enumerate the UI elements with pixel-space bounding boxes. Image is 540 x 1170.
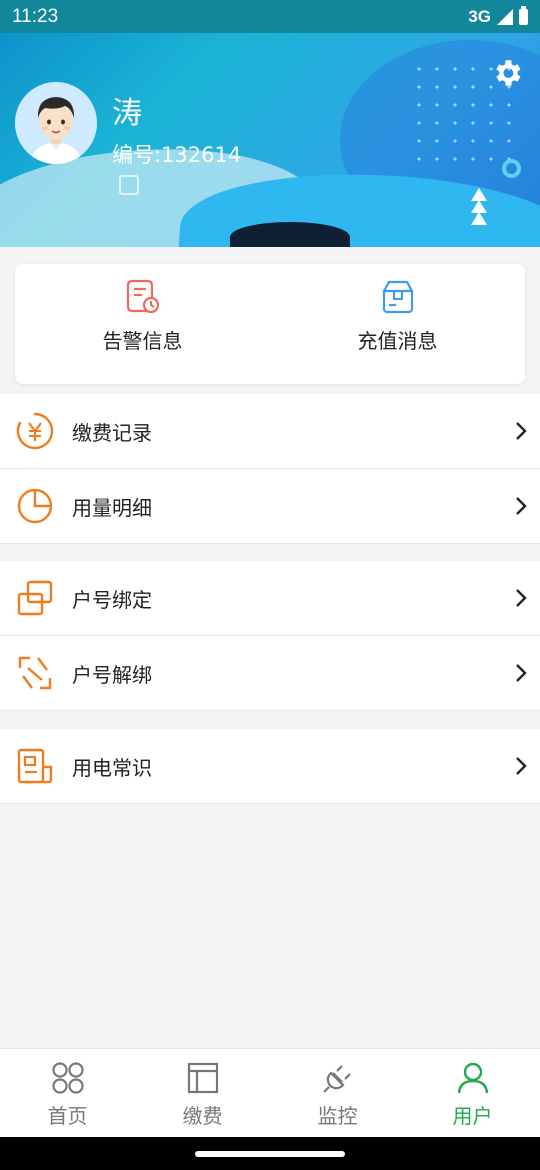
status-time: 11:23 [12,5,59,27]
status-bar: 11:23 3G [0,0,540,33]
menu-item-usage-details[interactable]: 用量明细 [0,469,540,544]
chevron-right-icon [516,664,527,682]
chevron-right-icon [516,422,527,440]
menu-item-label: 户号解绑 [72,662,152,687]
recharge-box-icon [382,280,413,314]
user-id: 编号:132614 [112,143,242,167]
nav-label: 首页 [47,1104,88,1128]
menu-group-billing: 缴费记录 用量明细 [0,394,540,544]
menu-item-label: 用电常识 [72,755,152,780]
nav-tab-monitor[interactable]: 监控 [270,1049,405,1137]
nav-label: 用户 [452,1104,493,1128]
nav-label: 监控 [317,1104,358,1128]
menu-item-label: 用量明细 [72,495,152,520]
plug-icon [322,1065,351,1093]
nav-tab-home[interactable]: 首页 [0,1049,135,1137]
gesture-bar [0,1137,540,1170]
avatar-image [15,82,97,164]
double-arrow-icon [471,188,487,225]
nav-label: 缴费 [182,1104,223,1128]
home-gesture-pill[interactable] [195,1151,345,1157]
alarm-document-icon [126,279,159,314]
signal-icon [497,8,513,25]
nav-tab-user[interactable]: 用户 [405,1049,540,1137]
home-grid-icon [51,1062,84,1094]
menu-item-bind-account[interactable]: 户号绑定 [0,561,540,636]
unlink-icon [18,656,52,690]
nav-tab-payment[interactable]: 缴费 [135,1049,270,1137]
menu-item-unbind-account[interactable]: 户号解绑 [0,636,540,711]
quick-action-label: 充值消息 [357,329,438,353]
status-icons: 3G [468,5,528,27]
menu-group-knowledge: 用电常识 [0,729,540,804]
newspaper-icon [17,748,53,784]
battery-icon [519,5,528,25]
menu-item-payment-records[interactable]: 缴费记录 [0,394,540,469]
quick-action-recharge[interactable]: 充值消息 [270,264,525,384]
link-icon [17,580,53,616]
bottom-navigation: 首页 缴费 监控 用户 [0,1048,540,1137]
menu-item-label: 户号绑定 [72,587,152,612]
header-wave [230,222,350,247]
ring-icon [502,159,521,178]
gear-icon[interactable] [490,56,524,90]
square-icon [119,175,139,195]
chevron-right-icon [516,497,527,515]
yuan-circle-icon [16,412,54,450]
avatar[interactable] [15,82,97,164]
profile-header: 11:23 3G 涛 编号:132614 [0,0,540,247]
quick-action-label: 告警信息 [102,329,183,353]
chevron-right-icon [516,589,527,607]
quick-actions-card: 告警信息 充值消息 [15,264,525,384]
user-name: 涛 [112,96,142,131]
payment-icon [187,1062,218,1094]
menu-item-label: 缴费记录 [72,420,152,445]
quick-action-alarm[interactable]: 告警信息 [15,264,270,384]
menu-item-electricity-knowledge[interactable]: 用电常识 [0,729,540,804]
chevron-right-icon [516,757,527,775]
network-type: 3G [468,6,491,26]
pie-chart-icon [17,488,53,524]
user-icon [457,1062,488,1094]
menu-group-account: 户号绑定 户号解绑 [0,561,540,711]
